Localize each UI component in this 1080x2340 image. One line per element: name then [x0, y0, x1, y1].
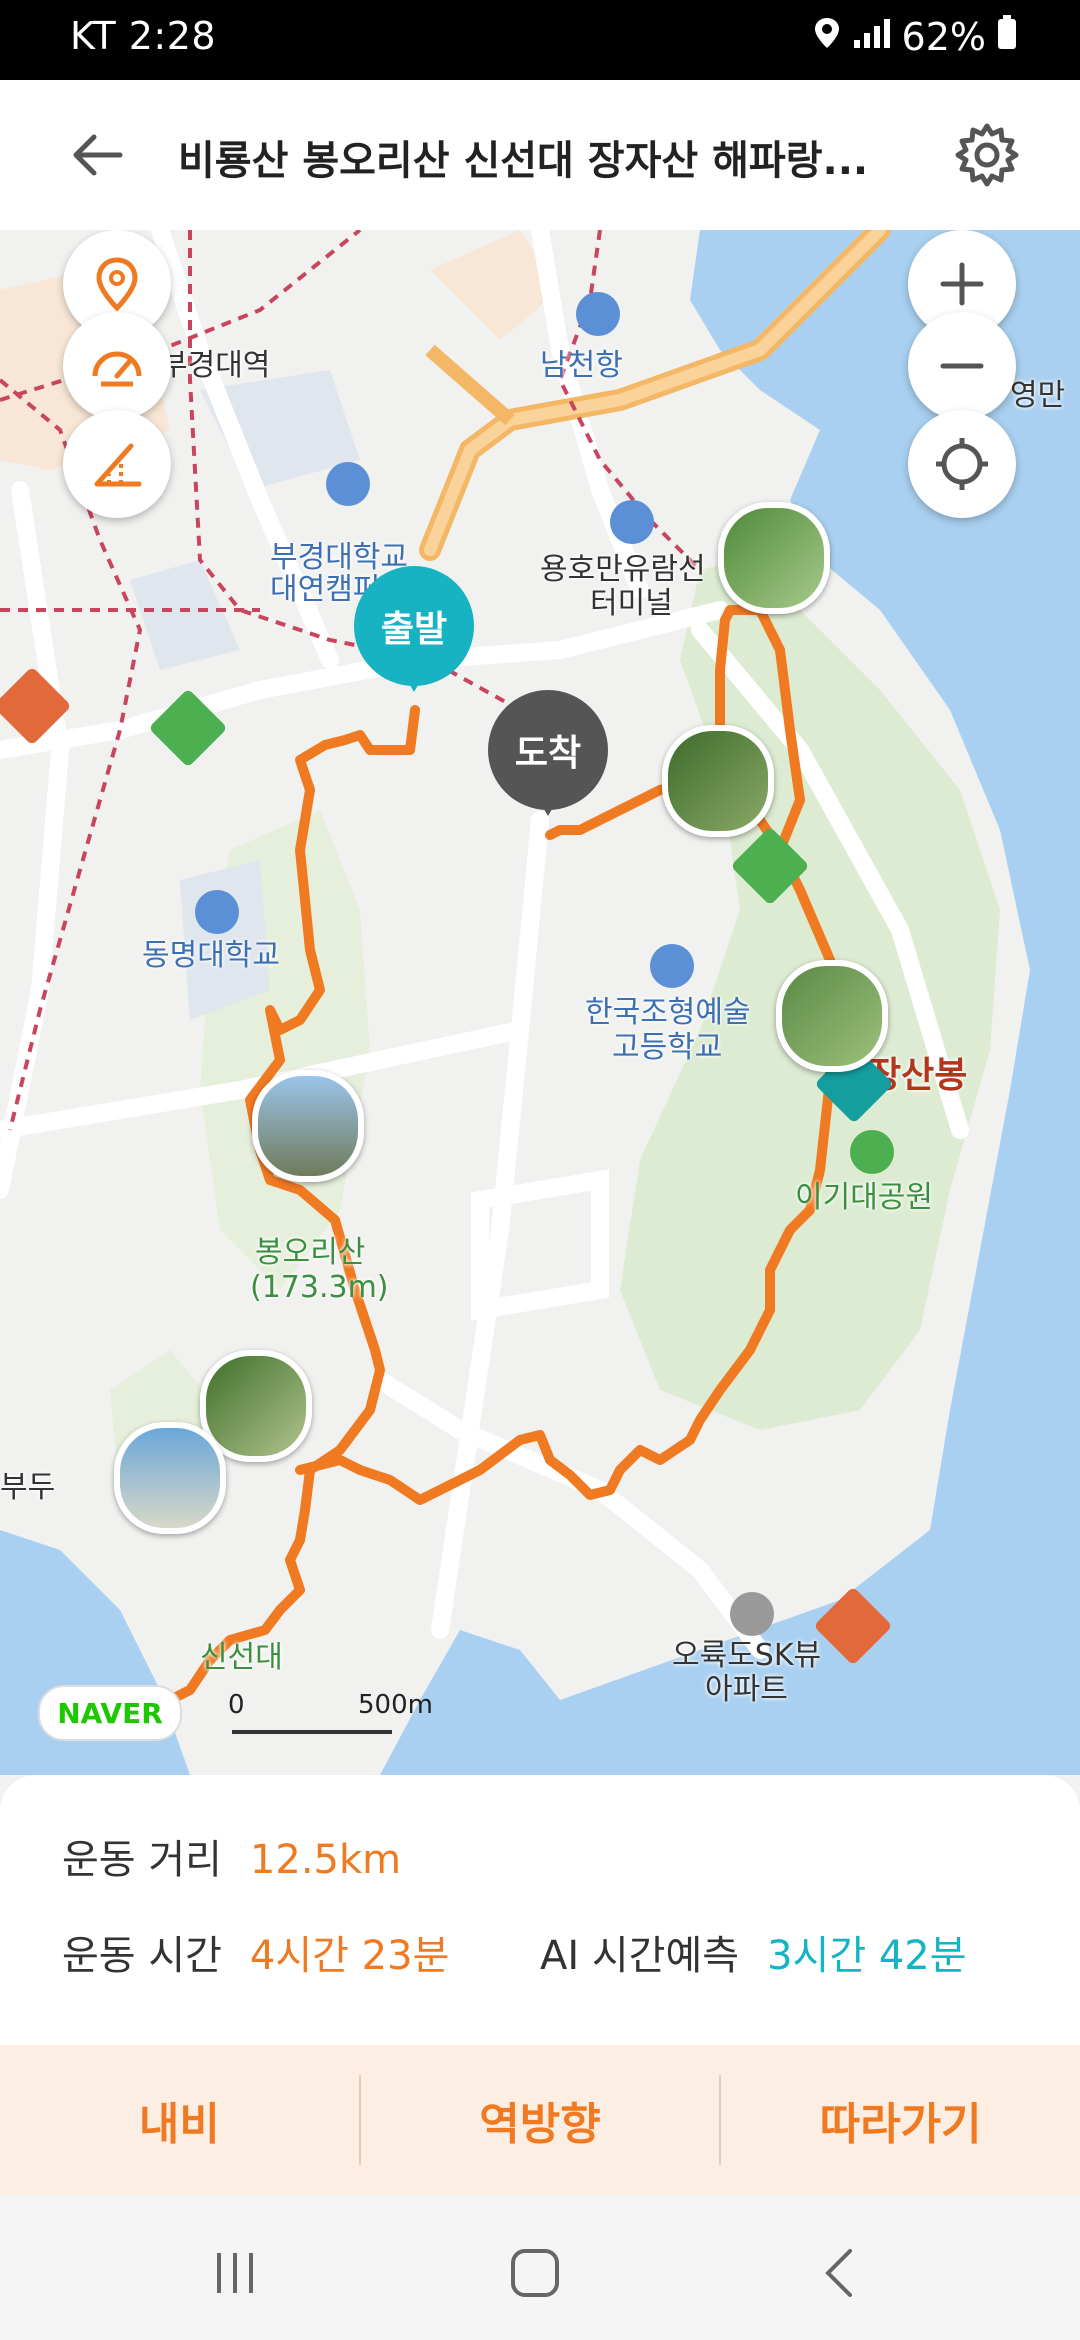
apartment-poi-icon[interactable]	[730, 1592, 774, 1636]
battery-icon	[996, 14, 1018, 59]
label-port: 남천항	[540, 348, 623, 383]
elevation-button[interactable]	[63, 410, 171, 518]
current-location-button[interactable]	[908, 410, 1016, 518]
photo-marker[interactable]	[252, 1070, 364, 1182]
follow-button[interactable]: 따라가기	[721, 2045, 1080, 2195]
label-mountain-line2: (173.3m)	[250, 1270, 389, 1305]
photo-marker[interactable]	[718, 502, 830, 614]
label-pier: 부두	[0, 1470, 56, 1505]
battery-percent: 62%	[901, 14, 986, 59]
university2-poi-icon[interactable]	[195, 890, 239, 934]
recent-apps-icon[interactable]	[205, 2243, 265, 2303]
label-terminal-line1: 용호만유람선	[540, 552, 706, 587]
reverse-button[interactable]: 역방향	[361, 2045, 720, 2195]
gear-icon[interactable]	[952, 120, 1022, 190]
back-arrow-icon[interactable]	[68, 125, 128, 185]
label-yeongman: 영만	[1010, 378, 1066, 413]
start-pin-tail	[399, 666, 429, 692]
photo-marker[interactable]	[662, 725, 774, 837]
map-view[interactable]: 부경대역 남천항 부경대학교 대연캠퍼스 용호만유람선 터미널 동명대학교 한국…	[0, 230, 1080, 1775]
time-value: 4시간 23분	[249, 1933, 450, 1979]
start-pin[interactable]: 출발	[354, 566, 474, 706]
status-time: KT 2:28	[70, 14, 217, 58]
naver-logo: NAVER	[38, 1685, 182, 1741]
scale-bar	[232, 1730, 392, 1734]
home-icon[interactable]	[505, 2243, 565, 2303]
scale-zero: 0	[228, 1690, 245, 1720]
label-school-line2: 고등학교	[612, 1030, 723, 1065]
route-title: 비룡산 봉오리산 신선대 장자산 해파랑...	[178, 138, 869, 184]
ferry-poi-icon[interactable]	[576, 292, 620, 336]
app-bar: 비룡산 봉오리산 신선대 장자산 해파랑...	[0, 80, 1080, 231]
label-mountain-line1: 봉오리산	[255, 1235, 366, 1270]
map-scale: 0 500m	[228, 1690, 433, 1750]
label-univ2: 동명대학교	[142, 938, 280, 973]
university-poi-icon[interactable]	[326, 462, 370, 506]
label-school-line1: 한국조형예술	[585, 995, 751, 1030]
photo-marker[interactable]	[776, 960, 888, 1072]
label-cliff: 신선대	[200, 1640, 283, 1675]
back-nav-icon[interactable]	[810, 2243, 870, 2303]
end-pin-tail	[533, 790, 563, 816]
label-apt-line1: 오륙도SK뷰	[672, 1638, 822, 1673]
terminal-poi-icon[interactable]	[610, 500, 654, 544]
distance-stat: 운동 거리 12.5km	[62, 1827, 401, 1885]
time-stat: 운동 시간 4시간 23분	[62, 1923, 449, 1981]
stats-panel: 운동 거리 12.5km 운동 시간 4시간 23분 AI 시간예측 3시간 42분	[0, 1775, 1080, 2045]
park-poi-icon[interactable]	[850, 1130, 894, 1174]
label-station: 부경대역	[160, 348, 271, 383]
label-terminal-line2: 터미널	[590, 586, 673, 621]
system-nav-bar	[0, 2195, 1080, 2340]
status-bar: KT 2:28 62%	[0, 0, 1080, 80]
label-park: 이기대공원	[795, 1180, 933, 1215]
zoom-out-button[interactable]	[908, 312, 1016, 420]
distance-label: 운동 거리	[62, 1837, 222, 1883]
ai-label: AI 시간예측	[540, 1933, 740, 1979]
distance-value: 12.5km	[249, 1837, 402, 1883]
photo-marker[interactable]	[114, 1422, 226, 1534]
time-label: 운동 시간	[62, 1933, 222, 1979]
status-right: 62%	[812, 14, 1018, 59]
navigate-button[interactable]: 내비	[0, 2045, 359, 2195]
ai-value: 3시간 42분	[767, 1933, 967, 1979]
ai-stat: AI 시간예측 3시간 42분	[540, 1923, 967, 1981]
label-apt-line2: 아파트	[705, 1672, 788, 1707]
action-bar: 내비 역방향 따라가기	[0, 2045, 1080, 2195]
speedometer-button[interactable]	[63, 312, 171, 420]
school-poi-icon[interactable]	[650, 944, 694, 988]
location-icon	[812, 15, 842, 59]
signal-icon	[852, 15, 892, 59]
end-pin[interactable]: 도착	[488, 690, 608, 830]
scale-distance: 500m	[358, 1690, 433, 1720]
